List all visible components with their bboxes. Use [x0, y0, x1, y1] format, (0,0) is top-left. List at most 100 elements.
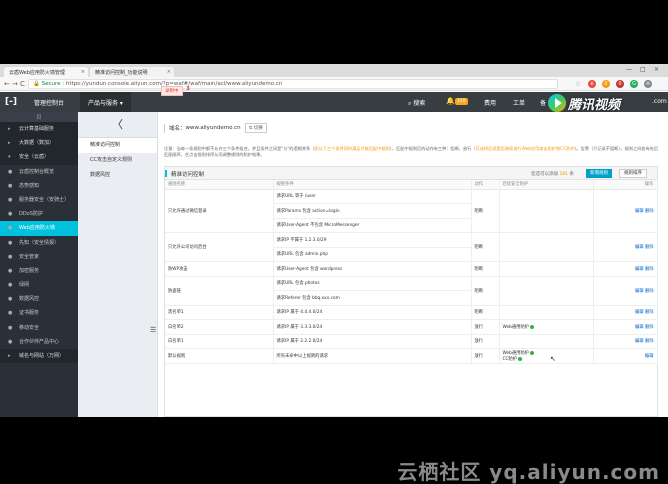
rule-name: 防WP攻击 — [165, 261, 274, 277]
forward-arrow-icon[interactable]: → — [12, 80, 18, 88]
browser-tab-acl-doc[interactable]: 精准访问控制_功能说明 × — [90, 67, 174, 77]
sidebar-item[interactable]: ● 数据风控 — [0, 292, 78, 306]
rule-operations[interactable]: 编辑 删除 — [593, 334, 658, 349]
ticket-link[interactable]: 工单 — [513, 98, 525, 107]
subnav-item[interactable]: 精准访问控制 — [78, 138, 157, 153]
search-label: 搜索 — [413, 100, 426, 107]
rule-operations[interactable]: 编辑 — [593, 348, 658, 364]
window-close-icon[interactable]: × — [654, 66, 659, 73]
console-home-link[interactable]: 管理控制台 — [34, 98, 64, 107]
column-header: 操作 — [593, 180, 658, 190]
protection-label: Web通用防护 — [502, 324, 530, 330]
url-input[interactable]: 🔒 Secure | https://yundun.console.aliyun… — [28, 79, 558, 89]
rule-condition: 请求IP 属于 4.4.4.0/24 — [273, 305, 472, 320]
sidebar-item[interactable]: ● 移动安全 — [0, 321, 78, 335]
maximize-icon[interactable]: □ — [640, 66, 646, 73]
rule-operations[interactable]: 编辑 删除 — [593, 232, 658, 262]
chevron-icon: ▸ — [8, 353, 11, 359]
rule-operations[interactable]: 编辑 删除 — [593, 189, 658, 233]
sidebar-item[interactable]: ● 态势感知 — [0, 179, 78, 193]
rule-name: 白名单2 — [165, 319, 274, 335]
sidebar-item-label: 云盾控制台概览 — [19, 168, 55, 175]
rule-name: 只允许通过微信登录 — [165, 189, 274, 233]
rule-order-button[interactable]: 规则排序 — [619, 169, 647, 178]
sidebar-item[interactable]: ▸ 大数据（数加） — [0, 136, 78, 151]
fee-link[interactable]: 费用 — [484, 98, 496, 107]
add-rule-button[interactable]: 新增规则 — [586, 169, 612, 178]
rule-operations[interactable]: 编辑 删除 — [593, 261, 658, 277]
bell-icon[interactable]: 🔔 — [446, 97, 455, 105]
close-icon[interactable]: × — [81, 69, 85, 75]
check-circle-icon — [530, 350, 535, 355]
sidebar-item-label: 域名与网站（万网） — [19, 353, 65, 359]
sidebar-item[interactable]: ● 安全管家 — [0, 250, 78, 264]
protection-label: CC防护 — [502, 356, 518, 362]
product-icon: ● — [8, 253, 13, 260]
chevron-icon: ▾ — [8, 154, 11, 161]
sidebar-item[interactable]: ● 绿网 — [0, 278, 78, 292]
reload-icon[interactable]: C — [20, 80, 25, 88]
sidebar-item[interactable]: ▸ 域名与网站（万网） — [0, 349, 78, 364]
extension-icon[interactable]: G — [630, 80, 638, 88]
product-icon: ● — [8, 239, 13, 246]
sidebar-item[interactable]: ● DDoS防护 — [0, 207, 78, 221]
mouse-cursor-icon: ↖ — [550, 355, 556, 363]
extension-icon[interactable]: ≡ — [644, 80, 652, 88]
rule-notice: 注意：当每一条规则中都不允许三个条件组合，并且条件之间是"与"的逻辑关系（即以下… — [164, 146, 659, 157]
sidebar-item[interactable]: ● 合作伙伴产品中心 — [0, 335, 78, 349]
notification-badge: 159 — [455, 98, 468, 105]
sidebar-item[interactable]: ▾ 安全（云盾） — [0, 150, 78, 165]
close-icon[interactable]: × — [167, 69, 171, 75]
aliyun-logo-icon[interactable]: [-] — [5, 97, 17, 107]
tab-label: 云盾Web应用防火墙管理 — [9, 70, 65, 76]
sidebar-item-label: 数据风控 — [19, 296, 40, 303]
star-icon[interactable]: ☆ — [574, 80, 582, 88]
subnav-item[interactable]: CC攻击自定义规则 — [78, 153, 157, 168]
rule-operations[interactable]: 编辑 删除 — [593, 276, 658, 306]
sidebar-item[interactable]: ● 先知（安全情报） — [0, 236, 78, 250]
rule-action: 阻断 — [471, 305, 500, 320]
rule-action: 阻断 — [471, 276, 500, 306]
column-header: 动作 — [471, 180, 500, 190]
extension-icon[interactable]: e — [588, 80, 596, 88]
rule-operations[interactable]: 编辑 删除 — [593, 305, 658, 320]
tab-label: 精准访问控制_功能说明 — [95, 70, 148, 76]
extension-icon[interactable]: 0 — [616, 80, 624, 88]
panel-splitter-icon[interactable]: ☰ — [150, 326, 156, 334]
product-icon: ● — [8, 168, 13, 175]
account-domain: .com — [652, 98, 667, 105]
domain-label: 域名： — [169, 126, 186, 132]
rule-action: 放行 — [471, 334, 500, 349]
rule-post-protection: Web通用防护 CC防护 — [499, 348, 594, 364]
sidebar-item-label: DDoS防护 — [19, 211, 43, 218]
extension-icon[interactable]: 0 — [602, 80, 610, 88]
rule-name: 防盗链 — [165, 276, 274, 306]
table-header-row: 规则名称 规则条件 动作 后续安全防护 操作 — [165, 180, 658, 190]
tencent-video-logo-icon — [548, 94, 566, 112]
minimize-icon[interactable]: — — [626, 66, 632, 73]
sidebar-item[interactable]: ● 云盾控制台概览 — [0, 165, 78, 179]
check-circle-icon — [518, 356, 523, 361]
sidebar-item[interactable]: ● Web应用防火墙 — [0, 221, 78, 236]
sidebar-item[interactable]: ● 证书服务 — [0, 306, 78, 320]
sidebar-item[interactable]: ● 服务器安全（安骑士） — [0, 193, 78, 207]
sidebar-item[interactable]: ● 加密服务 — [0, 264, 78, 278]
browser-tab-waf[interactable]: 云盾Web应用防火墙管理 × — [4, 67, 88, 77]
chevron-icon: ▸ — [8, 126, 11, 132]
rule-post-protection — [499, 232, 594, 262]
table-row: 黑名单1 请求IP 属于 4.4.4.0/24 阻断 编辑 删除 — [165, 305, 658, 320]
back-chevron-icon[interactable]: 〈 — [78, 112, 157, 138]
rule-operations[interactable]: 编辑 删除 — [593, 319, 658, 335]
switch-domain-button[interactable]: ⇅ 切换 — [244, 123, 267, 133]
record-link[interactable]: 备 — [540, 98, 546, 107]
rule-condition: 请求Params 包含 action=login — [273, 203, 472, 219]
rule-post-protection — [499, 276, 594, 306]
subnav-item[interactable]: 数据风控 — [78, 168, 157, 183]
sidebar-item[interactable]: ▸ 云计算基础服务 — [0, 122, 78, 137]
table-row: 白名单2 请求IP 属于 3.3.3.0/24 放行 Web通用防护 编辑 删除 — [165, 319, 658, 335]
products-menu[interactable]: 产品与服务 ▾ — [80, 92, 131, 112]
back-arrow-icon[interactable]: ← — [4, 80, 10, 88]
search-link[interactable]: ⌕ 搜索 — [408, 98, 425, 108]
domain-value: www.aliyundemo.cn — [185, 125, 241, 131]
sidebar-collapse-icon[interactable]: ||| — [0, 112, 78, 122]
